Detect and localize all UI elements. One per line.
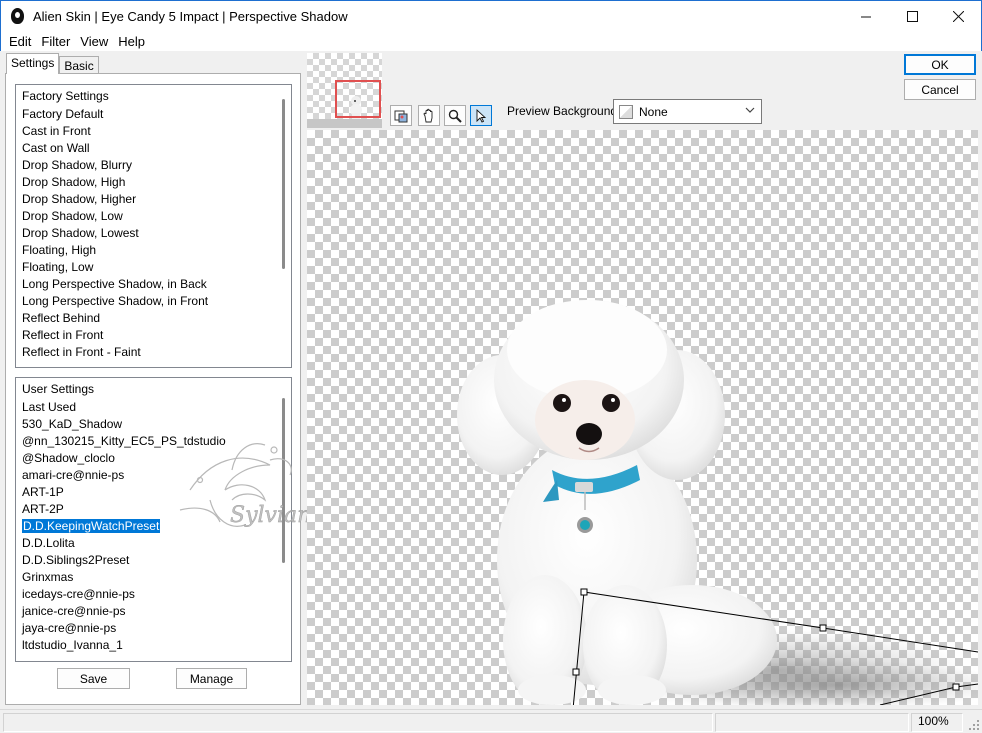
list-item-label: Drop Shadow, Low: [22, 209, 123, 223]
list-item[interactable]: Reflect in Front: [22, 327, 291, 344]
user-settings-header: User Settings: [22, 382, 95, 396]
settings-tabs: Settings Basic: [6, 53, 99, 74]
list-item-label: Last Used: [22, 400, 77, 414]
maximize-icon[interactable]: [889, 1, 935, 31]
navigator-icon[interactable]: [390, 105, 412, 126]
preview-background-select[interactable]: None: [613, 99, 762, 124]
list-item-label: Long Perspective Shadow, in Front: [22, 294, 209, 308]
list-item-label: janice-cre@nnie-ps: [22, 604, 126, 618]
tab-settings[interactable]: Settings: [6, 53, 60, 74]
list-item[interactable]: jaya-cre@nnie-ps: [22, 620, 291, 637]
list-item[interactable]: Reflect Behind: [22, 310, 291, 327]
menu-help-label: Help: [118, 33, 145, 49]
list-item[interactable]: Grinxmas: [22, 569, 291, 586]
resize-grip-icon[interactable]: [968, 719, 980, 731]
menu-view-label: View: [80, 33, 109, 49]
ok-button[interactable]: OK: [904, 54, 976, 75]
factory-settings-list[interactable]: Factory Settings Factory Default Cast in …: [15, 84, 292, 368]
list-item[interactable]: Factory Default: [22, 106, 291, 123]
list-item[interactable]: janice-cre@nnie-ps: [22, 603, 291, 620]
list-item-label: Floating, High: [22, 243, 97, 257]
factory-settings-items: Factory Default Cast in Front Cast on Wall…: [16, 106, 291, 361]
list-item-label: Floating, Low: [22, 260, 94, 274]
list-item[interactable]: Drop Shadow, Blurry: [22, 157, 291, 174]
menu-help[interactable]: Help: [113, 34, 150, 49]
list-item-label: Reflect Behind: [22, 311, 101, 325]
app-icon: [10, 8, 26, 24]
list-item[interactable]: Drop Shadow, Low: [22, 208, 291, 225]
cancel-button[interactable]: Cancel: [904, 79, 976, 100]
factory-settings-header: Factory Settings: [22, 89, 109, 103]
list-item[interactable]: Floating, High: [22, 242, 291, 259]
list-item-label: Factory Default: [22, 107, 104, 121]
list-item-label: ART-1P: [22, 485, 64, 499]
list-item[interactable]: Cast on Wall: [22, 140, 291, 157]
background-swatch: [619, 104, 633, 119]
poodle-image: [457, 300, 978, 705]
pointer-icon[interactable]: [470, 105, 492, 126]
menu-filter-label: Filter: [41, 33, 71, 49]
preview-background-label: Preview Background:: [507, 104, 621, 118]
list-item-label: amari-cre@nnie-ps: [22, 468, 125, 482]
list-item-label: D.D.KeepingWatchPreset: [20, 518, 162, 534]
preview-background-value: None: [639, 104, 668, 119]
hand-icon[interactable]: [418, 105, 440, 126]
list-item[interactable]: Long Perspective Shadow, in Back: [22, 276, 291, 293]
watermark-logo: Sylviane: [179, 443, 320, 528]
list-item-label: Reflect in Front - Faint: [22, 345, 141, 359]
list-item-label: D.D.Lolita: [22, 536, 75, 550]
title-bar: Alien Skin | Eye Candy 5 Impact | Perspe…: [0, 0, 982, 31]
list-item-label: Cast on Wall: [22, 141, 90, 155]
status-cell-main: [3, 713, 713, 732]
list-item-label: icedays-cre@nnie-ps: [22, 587, 135, 601]
close-icon[interactable]: [935, 1, 981, 31]
list-item[interactable]: Reflect in Front - Faint: [22, 344, 291, 361]
list-item-label: Long Perspective Shadow, in Back: [22, 277, 207, 291]
manage-button[interactable]: Manage: [176, 668, 247, 689]
tab-basic[interactable]: Basic: [59, 56, 99, 73]
list-item-label: Grinxmas: [22, 570, 74, 584]
zoom-icon[interactable]: [444, 105, 466, 126]
list-item[interactable]: Drop Shadow, High: [22, 174, 291, 191]
list-item[interactable]: Long Perspective Shadow, in Front: [22, 293, 291, 310]
list-item-label: D.D.Siblings2Preset: [22, 553, 130, 567]
list-item-label: Drop Shadow, Lowest: [22, 226, 139, 240]
preview-canvas[interactable]: [307, 130, 978, 705]
list-item[interactable]: icedays-cre@nnie-ps: [22, 586, 291, 603]
menu-edit[interactable]: Edit: [4, 34, 36, 49]
list-item[interactable]: Cast in Front: [22, 123, 291, 140]
list-item[interactable]: Last Used: [22, 399, 291, 416]
list-item-label: jaya-cre@nnie-ps: [22, 621, 117, 635]
status-bar: [0, 709, 982, 733]
list-item[interactable]: Drop Shadow, Lowest: [22, 225, 291, 242]
list-item-label: Drop Shadow, Blurry: [22, 158, 133, 172]
factory-scrollbar[interactable]: [282, 99, 285, 269]
list-item-label: ART-2P: [22, 502, 64, 516]
menu-bar: Edit Filter View Help: [0, 31, 982, 51]
list-item[interactable]: Drop Shadow, Higher: [22, 191, 291, 208]
window-title: Alien Skin | Eye Candy 5 Impact | Perspe…: [33, 8, 348, 24]
menu-edit-label: Edit: [9, 33, 32, 49]
list-item[interactable]: Floating, Low: [22, 259, 291, 276]
list-item-label: @Shadow_cloclo: [22, 451, 115, 465]
list-item-label: Cast in Front: [22, 124, 91, 138]
list-item-label: Reflect in Front: [22, 328, 104, 342]
list-item-label: ltdstudio_Ivanna_1: [22, 638, 123, 652]
chevron-down-icon: [745, 105, 755, 118]
menu-view[interactable]: View: [75, 34, 113, 49]
save-button[interactable]: Save: [57, 668, 130, 689]
list-item[interactable]: ltdstudio_Ivanna_1: [22, 637, 291, 654]
list-item-label: 530_KaD_Shadow: [22, 417, 123, 431]
status-cell-secondary: [715, 713, 909, 732]
list-item-label: Drop Shadow, High: [22, 175, 126, 189]
menu-filter[interactable]: Filter: [36, 34, 75, 49]
minimize-icon[interactable]: [843, 1, 889, 31]
list-item-label: Drop Shadow, Higher: [22, 192, 137, 206]
navigator-viewport-rect[interactable]: [335, 80, 381, 118]
navigator-scrollbar[interactable]: [307, 119, 382, 128]
zoom-level: 100%: [918, 714, 949, 728]
